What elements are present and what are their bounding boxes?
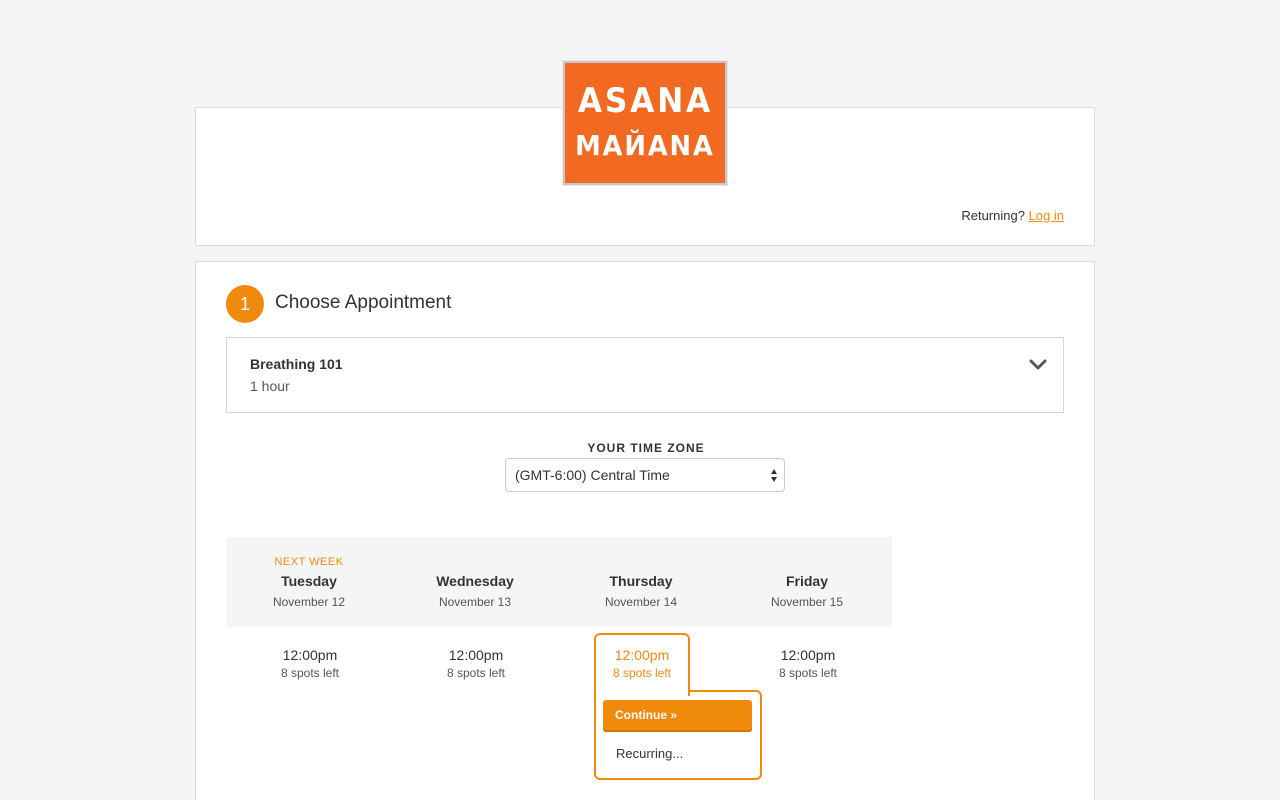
slot-time: 12:00pm xyxy=(282,647,338,663)
slot-action-popup: Continue » Recurring... xyxy=(594,690,762,780)
appointment-name: Breathing 101 xyxy=(250,356,343,372)
day-name: Thursday xyxy=(609,573,673,589)
logo-line-2: МАЙАNA xyxy=(575,129,715,162)
time-slot-friday[interactable]: 12:00pm 8 spots left xyxy=(761,646,855,682)
recurring-option[interactable]: Recurring... xyxy=(616,746,683,761)
slot-time: 12:00pm xyxy=(780,647,836,663)
brand-logo: ASANA МАЙАNA xyxy=(562,60,728,186)
day-date: November 14 xyxy=(604,595,678,609)
slot-spots: 8 spots left xyxy=(778,666,838,680)
logo-line-1: ASANA xyxy=(577,81,713,121)
day-name: Wednesday xyxy=(436,573,514,589)
day-date: November 15 xyxy=(770,595,844,609)
day-column-thursday: Thursday November 14 xyxy=(558,537,724,627)
day-name: Tuesday xyxy=(281,573,337,589)
step-number-badge: 1 xyxy=(226,285,264,323)
slot-spots: 8 spots left xyxy=(280,666,340,680)
time-slot-tuesday[interactable]: 12:00pm 8 spots left xyxy=(263,646,357,682)
chevron-down-icon xyxy=(1029,359,1047,370)
day-column-wednesday: Wednesday November 13 xyxy=(392,537,558,627)
returning-prompt: Returning? Log in xyxy=(961,208,1064,223)
day-header-bar: NEXT WEEK Tuesday November 12 Wednesday … xyxy=(226,537,892,627)
continue-button[interactable]: Continue » xyxy=(603,700,752,732)
day-date: November 12 xyxy=(272,595,346,609)
select-arrows-icon xyxy=(771,469,777,482)
timezone-label: YOUR TIME ZONE xyxy=(587,441,705,455)
slot-spots: 8 spots left xyxy=(612,666,672,680)
slot-time: 12:00pm xyxy=(448,647,504,663)
day-column-friday: Friday November 15 xyxy=(724,537,890,627)
slot-spots: 8 spots left xyxy=(446,666,506,680)
step-title: Choose Appointment xyxy=(275,292,452,313)
time-slot-thursday-selected[interactable]: 12:00pm 8 spots left xyxy=(594,633,690,696)
returning-text: Returning? xyxy=(961,208,1025,223)
appointment-type-select[interactable]: Breathing 101 1 hour xyxy=(226,337,1064,413)
scheduling-card: 1 Choose Appointment Breathing 101 1 hou… xyxy=(195,261,1095,800)
timezone-value: (GMT-6:00) Central Time xyxy=(515,467,670,483)
day-name: Friday xyxy=(785,573,828,589)
day-date: November 13 xyxy=(438,595,512,609)
appointment-duration: 1 hour xyxy=(250,378,290,394)
login-link[interactable]: Log in xyxy=(1029,208,1064,223)
slot-time: 12:00pm xyxy=(614,647,670,663)
day-column-tuesday: NEXT WEEK Tuesday November 12 xyxy=(226,537,392,627)
time-slot-wednesday[interactable]: 12:00pm 8 spots left xyxy=(429,646,523,682)
next-week-tag: NEXT WEEK xyxy=(274,556,344,568)
timezone-select[interactable]: (GMT-6:00) Central Time xyxy=(505,458,785,492)
